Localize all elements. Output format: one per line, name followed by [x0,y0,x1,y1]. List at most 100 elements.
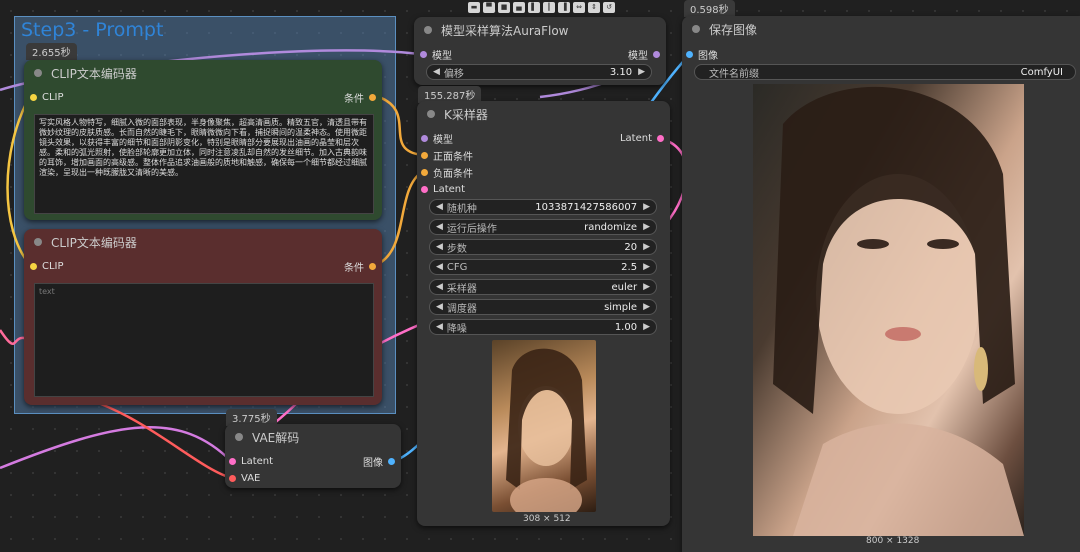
aura-flow-node[interactable]: 模型采样算法AuraFlow 模型 模型 ◀ 偏移 3.10 ▶ [414,17,666,85]
increment-icon[interactable]: ▶ [643,322,650,332]
scheduler-widget[interactable]: ◀ 调度器 simple ▶ [429,299,657,315]
clip-port-dot[interactable] [30,93,37,101]
clip-encoder-positive-node[interactable]: CLIP文本编码器 CLIP 条件 写实风格人物特写，细腻入微的面部表现，半身像… [24,60,382,220]
port-label: Latent [241,455,274,467]
image-output-port[interactable]: 图像 [363,453,395,469]
increment-icon[interactable]: ▶ [643,282,650,292]
port-dot[interactable] [229,457,236,465]
vae-decode-node[interactable]: VAE解码 Latent VAE 图像 [225,424,401,488]
increment-icon[interactable]: ▶ [638,67,645,77]
prompt-textarea[interactable]: 写实风格人物特写，细腻入微的面部表现，半身像聚焦，超高清画质。精致五官，清透且带… [34,114,374,214]
port-dot[interactable] [421,185,428,193]
align-center-icon[interactable]: ┃ [543,2,555,13]
port-dot[interactable] [657,134,664,142]
widget-label: 运行后操作 [446,223,497,235]
port-label: 正面条件 [433,151,473,163]
model-input-port[interactable]: 模型 [420,46,452,62]
cond-port-dot[interactable] [369,93,376,101]
latent-output-port[interactable]: Latent [620,130,664,146]
port-dot[interactable] [388,457,395,465]
node-header[interactable]: 保存图像 [682,16,1080,42]
sampler-widget[interactable]: ◀ 采样器 euler ▶ [429,279,657,295]
node-header[interactable]: CLIP文本编码器 [24,229,382,255]
clip-port-dot[interactable] [30,262,37,270]
align-right-icon[interactable]: ▐ [558,2,570,13]
decrement-icon[interactable]: ◀ [436,322,443,332]
cond-output-port[interactable]: 条件 [344,89,376,105]
control-after-widget[interactable]: ◀ 运行后操作 randomize ▶ [429,219,657,235]
widget-label: 调度器 [446,303,477,315]
widget-label: 随机种 [446,203,477,215]
port-label: 模型 [433,134,453,146]
port-dot[interactable] [421,168,428,176]
model-port-dot[interactable] [420,50,427,58]
port-label: 负面条件 [433,168,473,180]
widget-value: ComfyUI [1020,66,1063,78]
port-dot[interactable] [421,151,428,159]
port-dot[interactable] [229,474,236,482]
clip-input-port[interactable]: CLIP [30,89,64,105]
collapse-dot-icon[interactable] [235,433,243,441]
model-input-port[interactable]: 模型 [421,130,453,146]
time-tag-save: 0.598秒 [684,0,735,17]
decrement-icon[interactable]: ◀ [436,262,443,272]
port-dot[interactable] [686,50,693,58]
increment-icon[interactable]: ▶ [643,302,650,312]
move-icon[interactable]: ▬ [468,2,480,13]
align-left-icon[interactable]: ▌ [528,2,540,13]
node-title: CLIP文本编码器 [51,235,137,250]
port-dot[interactable] [421,134,428,142]
increment-icon[interactable]: ▶ [643,202,650,212]
align-bottom-icon[interactable]: ▄ [513,2,525,13]
clip-encoder-negative-node[interactable]: CLIP文本编码器 CLIP 条件 text [24,229,382,405]
clip-input-port[interactable]: CLIP [30,258,64,274]
collapse-dot-icon[interactable] [424,26,432,34]
align-middle-icon[interactable]: ■ [498,2,510,13]
reset-icon[interactable]: ↺ [603,2,615,13]
latent-input-port[interactable]: Latent [229,453,273,469]
image-input-port[interactable]: 图像 [686,46,718,62]
collapse-dot-icon[interactable] [427,110,435,118]
increment-icon[interactable]: ▶ [643,262,650,272]
port-label: Latent [433,183,466,195]
decrement-icon[interactable]: ◀ [436,202,443,212]
collapse-dot-icon[interactable] [692,25,700,33]
node-header[interactable]: CLIP文本编码器 [24,60,382,86]
cond-output-port[interactable]: 条件 [344,258,376,274]
distribute-h-icon[interactable]: ⇔ [573,2,585,13]
decrement-icon[interactable]: ◀ [436,222,443,232]
steps-widget[interactable]: ◀ 步数 20 ▶ [429,239,657,255]
collapse-dot-icon[interactable] [34,69,42,77]
increment-icon[interactable]: ▶ [643,242,650,252]
port-label: 条件 [344,93,364,105]
align-top-icon[interactable]: ▀ [483,2,495,13]
decrement-icon[interactable]: ◀ [436,282,443,292]
node-title: 保存图像 [709,22,758,37]
negative-textarea[interactable]: text [34,283,374,397]
vae-input-port[interactable]: VAE [229,470,260,486]
decrement-icon[interactable]: ◀ [436,242,443,252]
decrement-icon[interactable]: ◀ [433,67,440,77]
negative-input-port[interactable]: 负面条件 [421,164,473,180]
denoise-widget[interactable]: ◀ 降噪 1.00 ▶ [429,319,657,335]
latent-input-port[interactable]: Latent [421,181,465,197]
positive-input-port[interactable]: 正面条件 [421,147,473,163]
collapse-dot-icon[interactable] [34,238,42,246]
decrement-icon[interactable]: ◀ [436,302,443,312]
group-title: Step3 - Prompt [21,19,164,41]
model-port-dot[interactable] [653,50,660,58]
node-header[interactable]: 模型采样算法AuraFlow [414,17,666,43]
distribute-v-icon[interactable]: ⇕ [588,2,600,13]
align-toolbar: ▬ ▀ ■ ▄ ▌ ┃ ▐ ⇔ ⇕ ↺ [468,2,615,13]
node-header[interactable]: K采样器 [417,101,670,127]
node-header[interactable]: VAE解码 [225,424,401,450]
model-output-port[interactable]: 模型 [628,46,660,62]
cfg-widget[interactable]: ◀ CFG 2.5 ▶ [429,259,657,275]
cond-port-dot[interactable] [369,262,376,270]
increment-icon[interactable]: ▶ [643,222,650,232]
shift-widget[interactable]: ◀ 偏移 3.10 ▶ [426,64,652,80]
port-label: 模型 [628,50,648,62]
seed-widget[interactable]: ◀ 随机种 1033871427586007 ▶ [429,199,657,215]
filename-prefix-widget[interactable]: 文件名前缀 ComfyUI [694,64,1076,80]
widget-label: 步数 [446,243,467,255]
